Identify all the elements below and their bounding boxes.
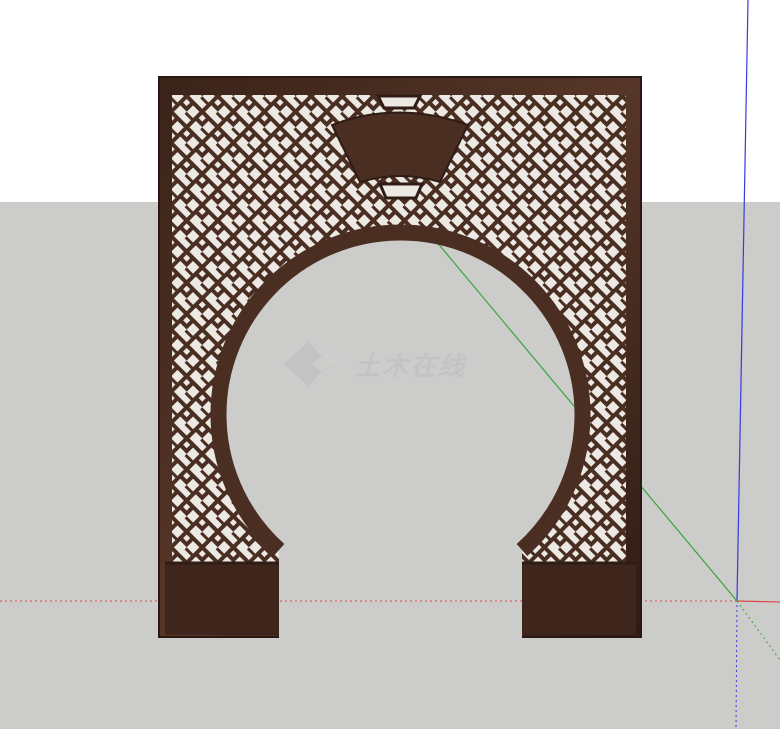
scene-canvas[interactable] [0,0,780,729]
base-panel-right [518,563,636,635]
sketchup-viewport[interactable]: 土木在线 [0,0,780,729]
base-panel-left [165,563,283,635]
moon-gate-model[interactable] [158,76,642,638]
